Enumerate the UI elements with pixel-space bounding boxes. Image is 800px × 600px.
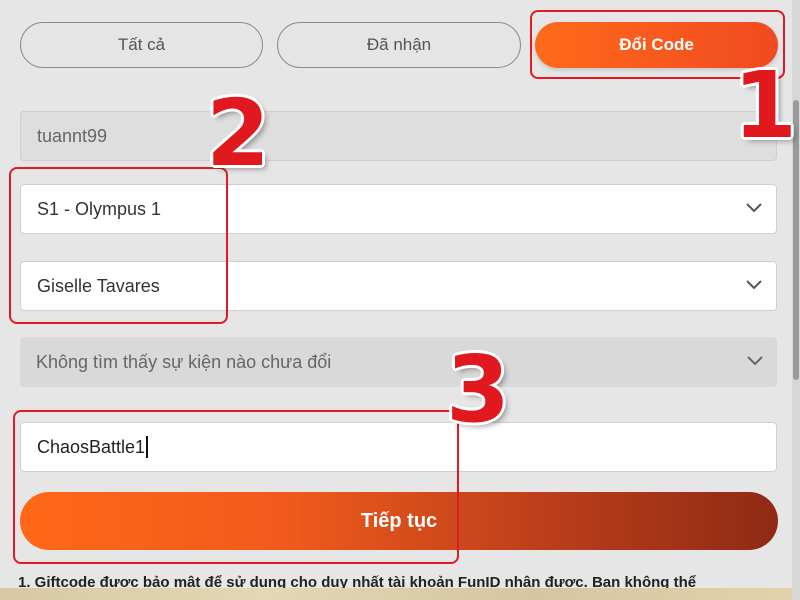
chevron-down-icon <box>746 203 762 213</box>
tab-received-label: Đã nhận <box>366 35 432 54</box>
username-value: tuannt99 <box>37 125 108 146</box>
step-number-3: 3 <box>446 336 511 443</box>
event-select[interactable]: Không tìm thấy sự kiện nào chưa đổi <box>20 337 777 387</box>
tab-received[interactable]: Đã nhận <box>277 22 521 68</box>
chevron-down-icon <box>746 280 762 290</box>
highlight-box-step3 <box>13 410 459 564</box>
footer-banner <box>0 588 800 600</box>
event-select-placeholder: Không tìm thấy sự kiện nào chưa đổi <box>36 351 332 372</box>
step-number-2: 2 <box>206 80 271 187</box>
highlight-box-step2 <box>9 167 228 324</box>
tab-all[interactable]: Tất cả <box>20 22 263 68</box>
username-field: tuannt99 <box>20 111 777 161</box>
giftcode-page: Tất cả Đã nhận Đổi Code tuannt99 S1 - Ol… <box>0 0 800 600</box>
step-number-1: 1 <box>733 52 798 159</box>
chevron-down-icon <box>747 356 763 366</box>
tab-all-label: Tất cả <box>117 35 166 54</box>
